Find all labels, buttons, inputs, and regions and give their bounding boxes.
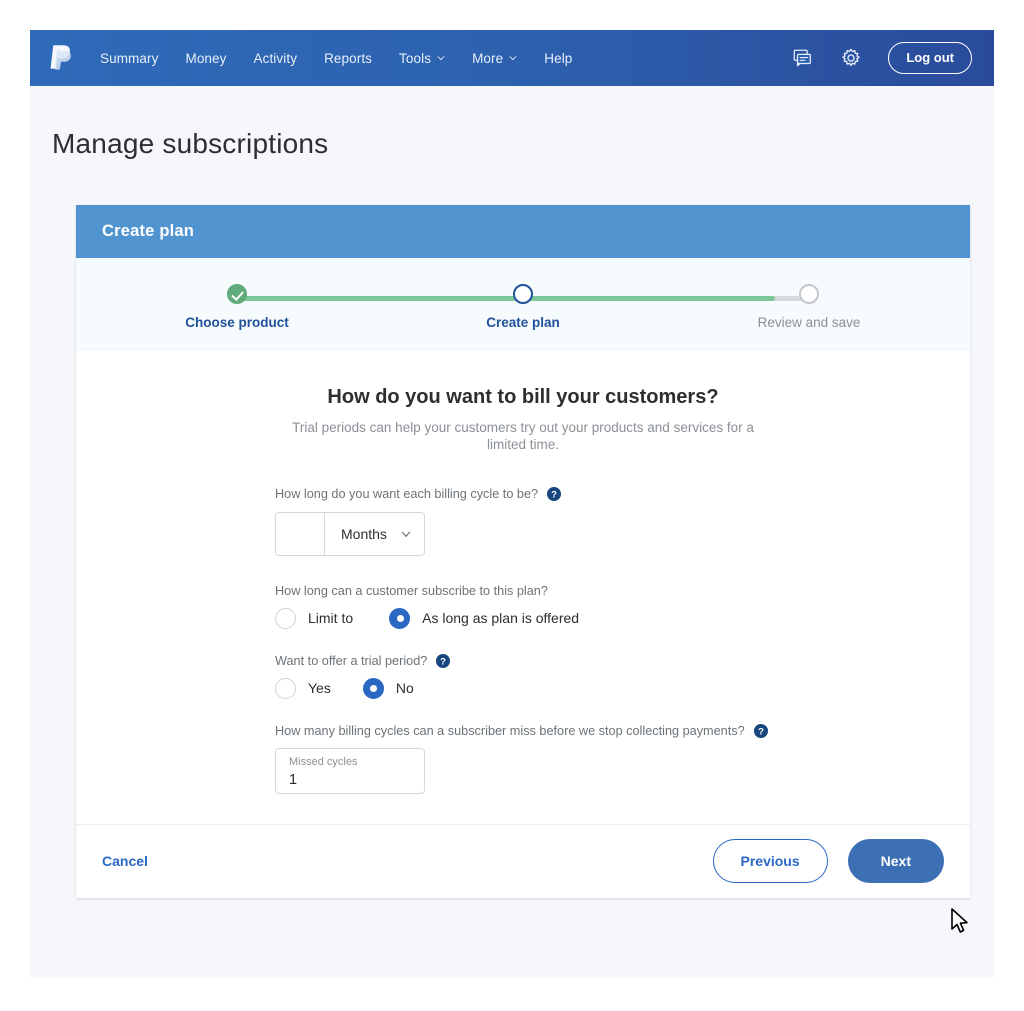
nav-item-label: Tools [399, 50, 432, 66]
browser-viewport: Summary Money Activity Reports Tools Mor… [30, 30, 994, 978]
billing-cycle-label: How long do you want each billing cycle … [275, 486, 539, 501]
cancel-link[interactable]: Cancel [102, 853, 148, 869]
nav-item-money[interactable]: Money [185, 51, 226, 66]
nav-item-label: Activity [253, 50, 298, 66]
radio-option-label: No [395, 680, 414, 697]
billing-cycle-label-row: How long do you want each billing cycle … [275, 486, 970, 501]
form-fields: How long do you want each billing cycle … [275, 486, 970, 794]
form-heading: How do you want to bill your customers? [327, 386, 719, 408]
mouse-cursor [951, 908, 968, 933]
billing-cycle-unit-select[interactable]: Months [325, 511, 425, 556]
radio-mark [275, 607, 296, 629]
radio-option-label: Yes [308, 680, 331, 697]
nav-item-summary[interactable]: Summary [100, 51, 158, 66]
chevron-down-icon [401, 531, 411, 537]
nav-item-label: Money [185, 50, 227, 66]
check-circle-icon [227, 284, 247, 304]
previous-button[interactable]: Previous [712, 839, 828, 884]
radio-option-trial-yes[interactable]: Yes [275, 677, 331, 699]
missed-cycles-field-label: Missed cycles [289, 755, 358, 768]
progress-stepper: Choose product Create plan Review and sa… [76, 258, 970, 350]
radio-mark [275, 677, 296, 699]
subscribe-length-radio-group: Limit to As long as plan is offered [275, 607, 970, 629]
card-footer: Cancel Previous Next [76, 823, 970, 898]
form-subheading: Trial periods can help your customers tr… [292, 420, 754, 452]
nav-item-label: Reports [324, 50, 373, 66]
chevron-down-icon [509, 56, 517, 61]
stepper-step-label: Create plan [486, 315, 560, 330]
radio-option-trial-no[interactable]: No [362, 677, 414, 699]
card-header-title: Create plan [102, 222, 195, 240]
radio-mark [389, 607, 411, 629]
help-circle-icon[interactable]: ? [436, 653, 451, 668]
upcoming-step-circle-icon [799, 284, 819, 304]
nav-item-label: Help [544, 50, 573, 66]
next-button[interactable]: Next [847, 839, 944, 884]
nav-item-reports[interactable]: Reports [324, 51, 372, 66]
stepper-step-create-plan[interactable]: Create plan [428, 284, 618, 330]
nav-item-more[interactable]: More [472, 51, 517, 66]
nav-item-tools[interactable]: Tools [399, 51, 445, 66]
trial-period-label: Want to offer a trial period? [275, 653, 428, 668]
svg-text:?: ? [440, 656, 446, 667]
paypal-logo-icon[interactable] [48, 43, 74, 73]
chevron-down-icon [437, 56, 445, 61]
subscribe-length-label-row: How long can a customer subscribe to thi… [275, 584, 970, 598]
stepper-step-label: Choose product [185, 315, 289, 330]
page-title: Manage subscriptions [52, 128, 329, 159]
missed-cycles-label: How many billing cycles can a subscriber… [275, 723, 745, 738]
create-plan-card: Create plan Choose product Create plan R… [76, 205, 970, 898]
stepper-step-label: Review and save [757, 315, 861, 330]
billing-cycle-count-input[interactable] [275, 511, 325, 556]
billing-cycle-row: Months [275, 511, 970, 556]
radio-option-label: Limit to [308, 610, 354, 627]
trial-period-label-row: Want to offer a trial period? ? [275, 653, 970, 668]
nav-item-help[interactable]: Help [544, 51, 572, 66]
svg-text:?: ? [551, 489, 557, 500]
nav-item-activity[interactable]: Activity [254, 51, 298, 66]
missed-cycles-label-row: How many billing cycles can a subscriber… [275, 723, 970, 738]
radio-mark [362, 677, 384, 699]
help-circle-icon[interactable]: ? [753, 723, 768, 738]
missed-cycles-field-value: 1 [289, 771, 298, 788]
trial-period-radio-group: Yes No [275, 677, 970, 699]
current-step-circle-icon [513, 284, 533, 304]
top-navigation-bar: Summary Money Activity Reports Tools Mor… [30, 30, 994, 86]
card-header: Create plan [76, 205, 970, 258]
message-icon[interactable] [792, 47, 814, 69]
svg-text:?: ? [758, 726, 764, 737]
logout-button[interactable]: Log out [888, 42, 972, 74]
gear-icon[interactable] [840, 47, 862, 69]
stepper-step-choose-product[interactable]: Choose product [142, 284, 332, 330]
form-body: How do you want to bill your customers? … [76, 350, 970, 824]
help-circle-icon[interactable]: ? [547, 486, 562, 501]
stepper-step-review-and-save[interactable]: Review and save [714, 284, 904, 330]
radio-option-as-long-as-plan-is-offered[interactable]: As long as plan is offered [389, 607, 580, 629]
nav-item-label: Summary [100, 50, 159, 66]
missed-cycles-input[interactable]: Missed cycles 1 [275, 747, 425, 794]
radio-option-label: As long as plan is offered [422, 610, 580, 627]
radio-option-limit-to[interactable]: Limit to [275, 607, 357, 629]
nav-item-label: More [472, 50, 504, 66]
subscribe-length-label: How long can a customer subscribe to thi… [275, 583, 548, 598]
billing-cycle-unit-value: Months [341, 525, 387, 542]
